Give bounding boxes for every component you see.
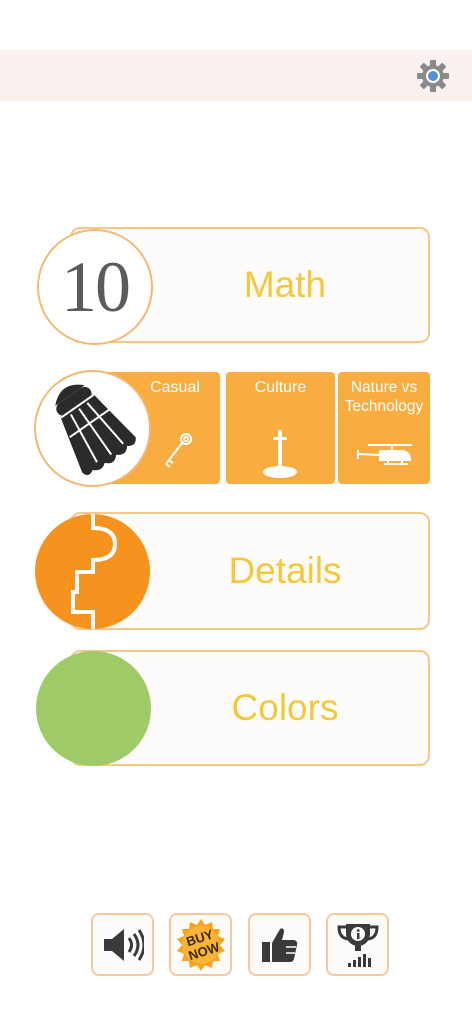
sound-button[interactable] bbox=[91, 913, 154, 976]
category-tile-nature-vs-technology[interactable]: Nature vs Technology bbox=[338, 372, 430, 484]
category-label: Culture bbox=[254, 379, 307, 396]
speaker-icon bbox=[103, 928, 144, 961]
details-label: Details bbox=[228, 550, 342, 591]
math-label: Math bbox=[243, 264, 327, 305]
key-icon bbox=[165, 433, 192, 468]
top-bar bbox=[0, 50, 472, 101]
colors-circle[interactable] bbox=[36, 651, 151, 766]
sword-in-stone-icon bbox=[263, 430, 297, 478]
trophy-info-icon bbox=[336, 923, 379, 967]
math-number: 10 bbox=[61, 246, 131, 327]
like-button[interactable] bbox=[248, 913, 311, 976]
category-circle[interactable] bbox=[34, 370, 151, 487]
gear-icon[interactable] bbox=[416, 59, 450, 93]
category-label: Nature vs Technology bbox=[344, 379, 424, 415]
details-circle[interactable] bbox=[35, 514, 150, 629]
puzzle-piece-icon bbox=[71, 514, 118, 629]
category-tile-culture[interactable]: Culture bbox=[226, 372, 335, 484]
shuttlecock-icon bbox=[55, 384, 136, 476]
helicopter-icon bbox=[357, 444, 412, 465]
thumbs-up-icon bbox=[261, 927, 297, 962]
colors-label: Colors bbox=[231, 687, 339, 728]
buy-now-button[interactable]: BUY NOW bbox=[169, 913, 232, 976]
leaderboard-button[interactable] bbox=[326, 913, 389, 976]
math-number-circle[interactable]: 10 bbox=[37, 229, 153, 345]
